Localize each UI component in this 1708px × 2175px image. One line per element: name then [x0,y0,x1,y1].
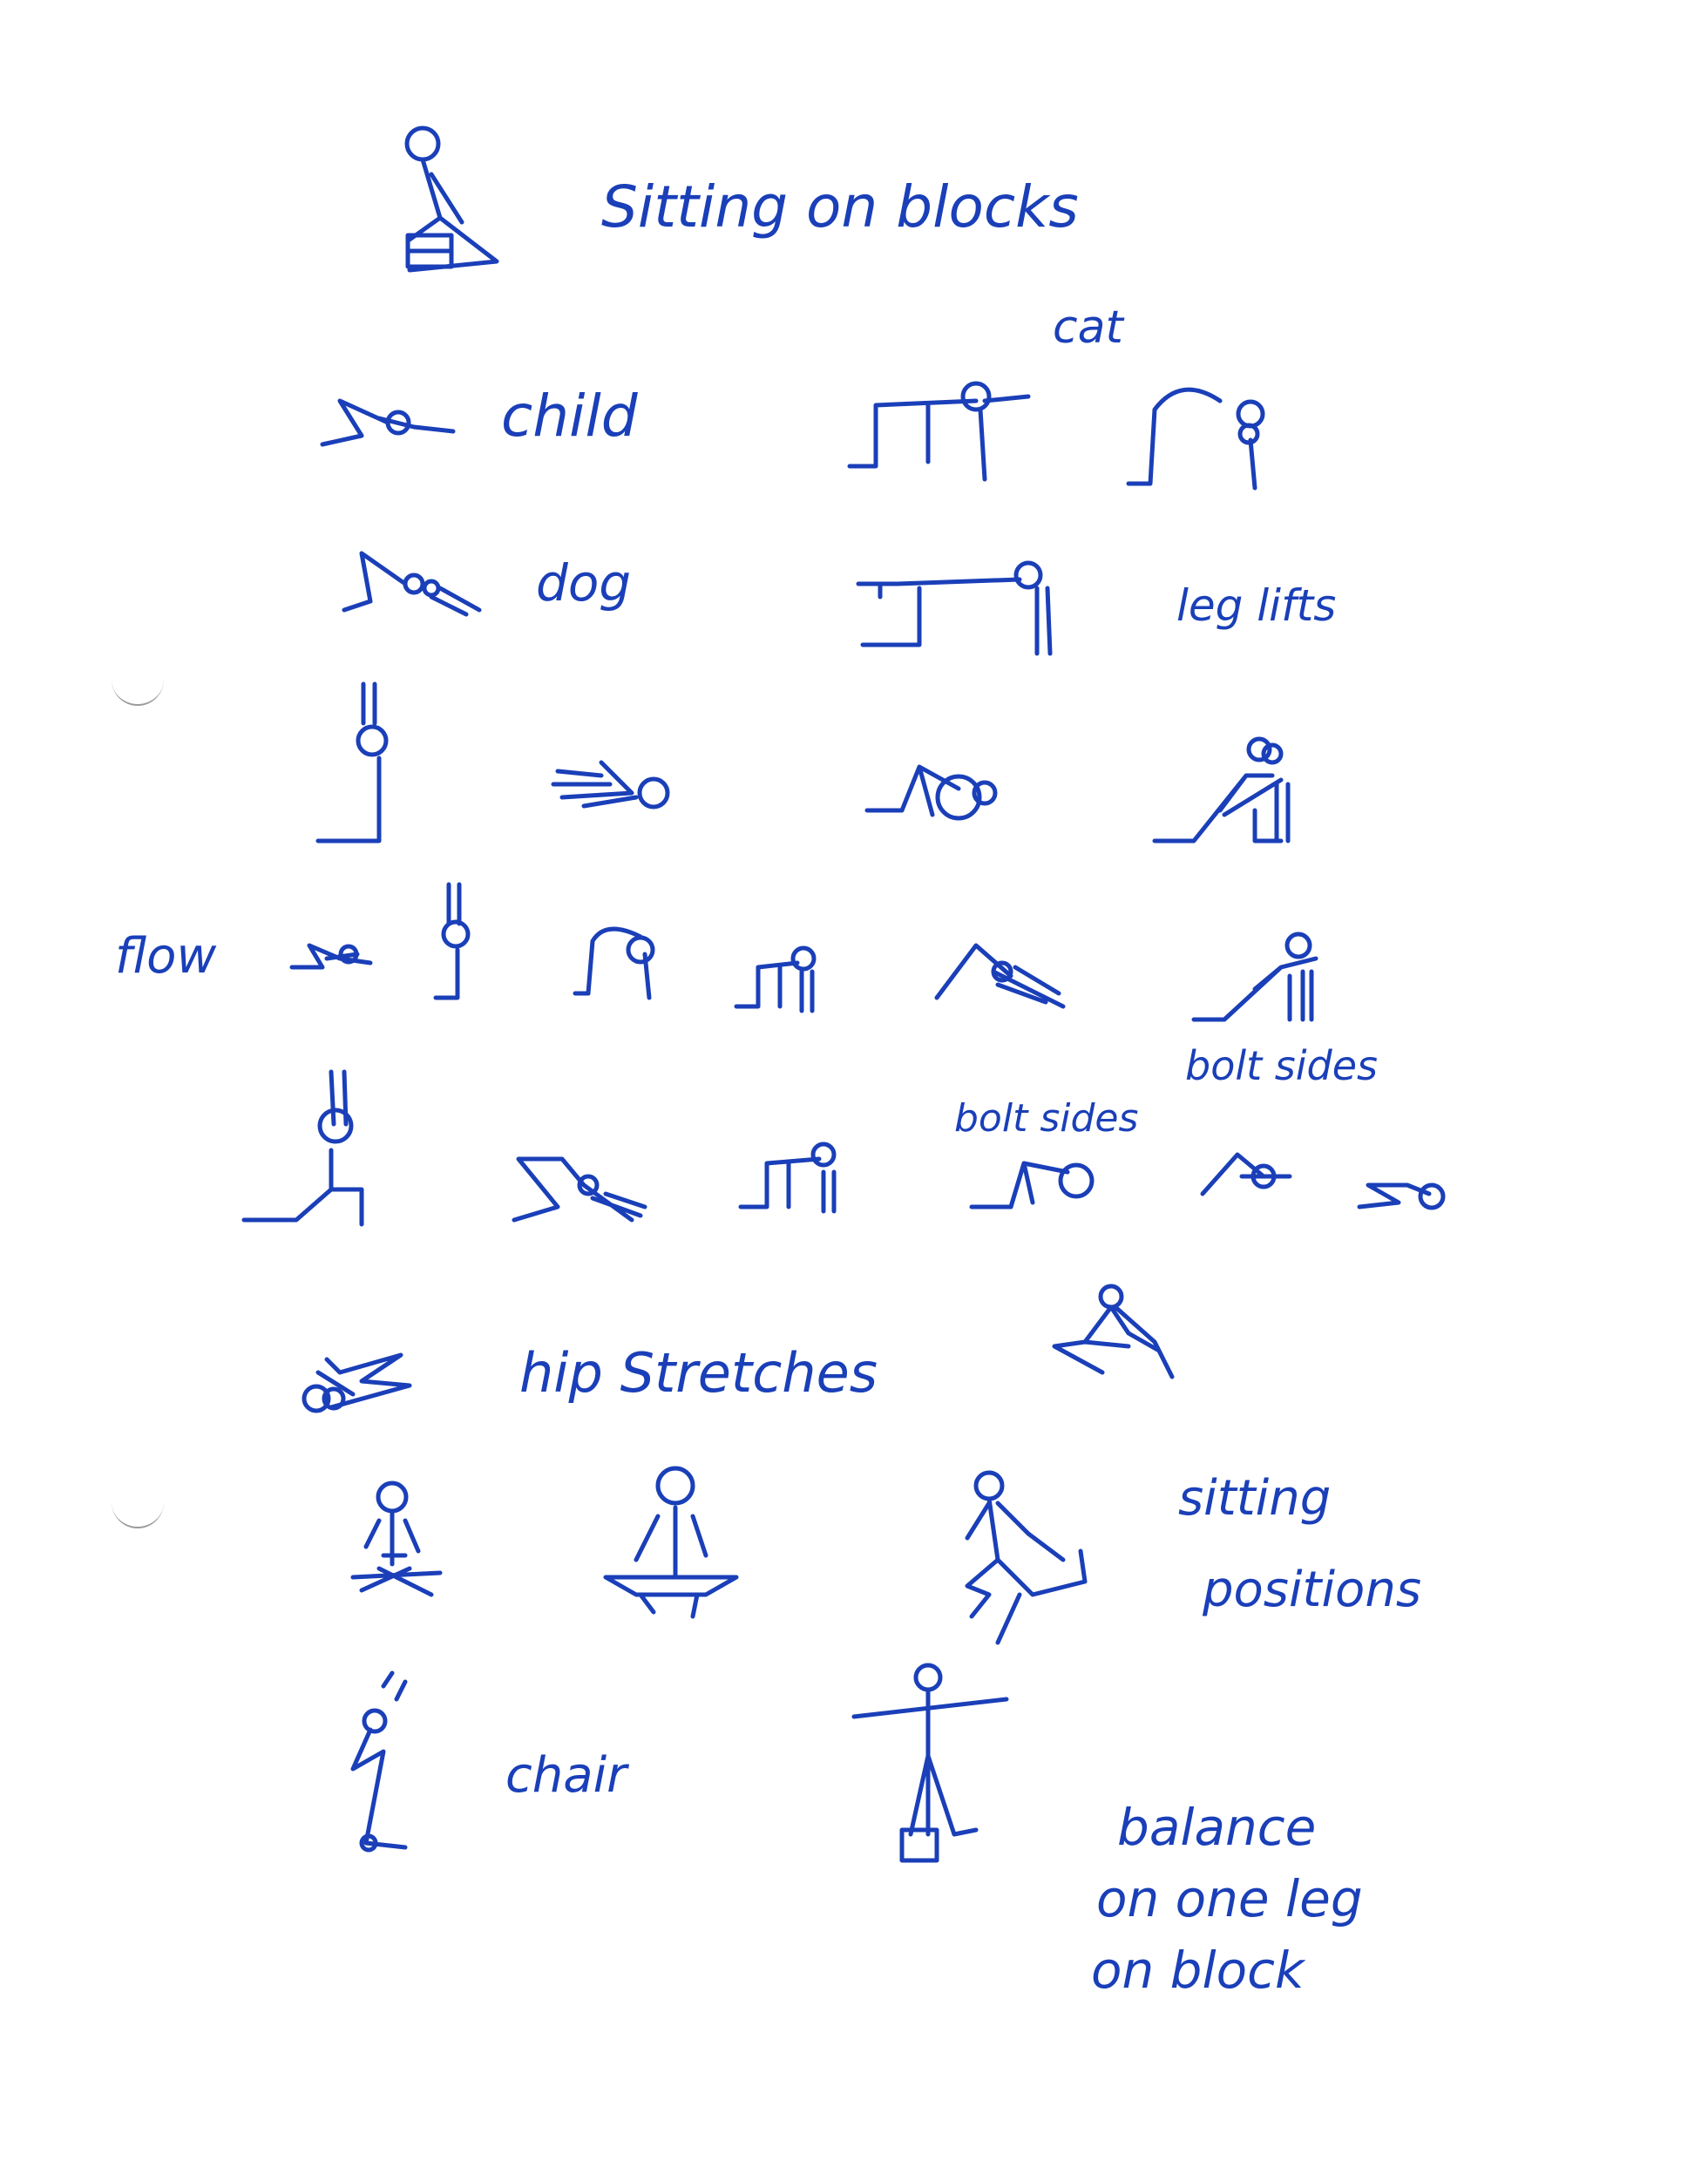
bolt-child-figure [1357,1182,1446,1210]
kneeling-figure [965,1470,1088,1645]
flow-forward-fold-figure [573,926,655,1000]
punch-hole [112,1501,164,1528]
leg-lifts-figure [856,560,1053,656]
curled-figure [864,764,998,821]
downward-dog-figure [342,551,482,617]
punch-hole [112,678,164,706]
flow-child-figure [289,943,373,970]
balance-label: on block [1091,1941,1305,2000]
bolt-sides-figure-1 [969,1161,1095,1209]
flow-standing-figure [433,882,471,1000]
bolt-sides-label: bolt sides [954,1096,1139,1141]
leg-lifts-label: leg lifts [1176,580,1337,631]
bolt-down-dog-figure [512,1156,647,1223]
balance-label: on one leg [1096,1869,1363,1928]
cross-legged-figure [350,1480,443,1597]
standing-stretch-figure [315,681,389,844]
hip-stretches-label: hip Stretches [519,1341,878,1405]
crescent-lunge-figure [241,1069,364,1227]
cat-pose-figure [847,381,1031,482]
low-lunge-figure [1152,736,1291,844]
cat-label: cat [1053,302,1123,354]
hip-stretch-figure-2 [1052,1284,1175,1379]
dog-label: dog [536,553,632,613]
chair-pose-figure [350,1670,408,1853]
bolt-tabletop-figure [738,1142,837,1214]
twist-figure [551,760,670,810]
sitting-positions-label: positions [1203,1562,1421,1618]
balance-label: balance [1117,1798,1317,1857]
bolt-sides-label: bolt sides [1185,1042,1378,1089]
bolt-sides-figure-2 [1200,1152,1292,1196]
child-pose-figure [320,398,456,447]
hip-stretch-figure-1 [302,1352,412,1413]
lotus-figure [603,1466,739,1619]
sitting-on-blocks-figure [404,125,499,273]
sitting-positions-label: sitting [1178,1470,1332,1527]
flow-down-dog-figure [934,943,1066,1009]
sitting-on-blocks-label: Sitting on blocks [601,173,1079,241]
flow-tabletop-figure [734,945,817,1013]
flow-label: flow [115,928,217,985]
balance-on-block-figure [851,1663,1009,1863]
chair-label: chair [505,1747,627,1804]
child-label: child [501,383,638,450]
flow-lunge-figure [1191,932,1318,1022]
cat-arch-figure [1126,387,1265,491]
notebook-page: Sitting on blocks cat child dog leg lift… [0,0,1708,2175]
